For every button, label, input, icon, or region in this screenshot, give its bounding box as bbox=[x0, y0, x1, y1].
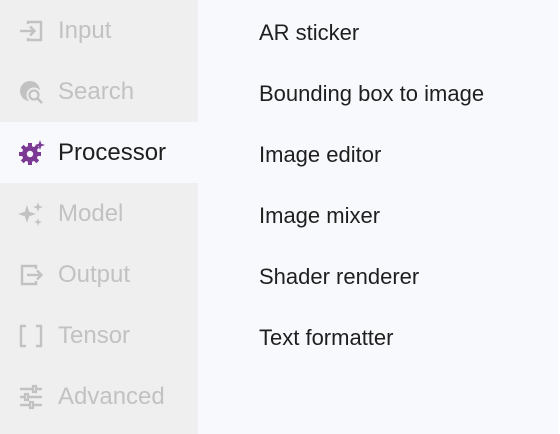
category-tensor[interactable]: Tensor bbox=[0, 305, 198, 366]
category-input[interactable]: Input bbox=[0, 0, 198, 61]
category-model[interactable]: Model bbox=[0, 183, 198, 244]
node-ar-sticker[interactable]: AR sticker bbox=[198, 2, 558, 63]
category-processor[interactable]: Processor bbox=[0, 122, 198, 183]
category-model-label: Model bbox=[58, 199, 124, 227]
brackets-icon bbox=[16, 321, 46, 351]
processor-gear-icon bbox=[16, 138, 46, 168]
category-advanced[interactable]: Advanced bbox=[0, 366, 198, 427]
category-input-label: Input bbox=[58, 16, 112, 44]
category-output-label: Output bbox=[58, 260, 131, 288]
node-list: AR sticker Bounding box to image Image e… bbox=[198, 0, 558, 434]
node-text-formatter[interactable]: Text formatter bbox=[198, 307, 558, 368]
sparkle-icon bbox=[16, 199, 46, 229]
search-icon bbox=[16, 77, 46, 107]
output-icon bbox=[16, 260, 46, 290]
category-rail: Input Search Processor Model Output Tens… bbox=[0, 0, 198, 434]
category-processor-label: Processor bbox=[58, 138, 167, 166]
node-type-menu: Input Search Processor Model Output Tens… bbox=[0, 0, 558, 434]
category-search-label: Search bbox=[58, 77, 135, 105]
node-image-editor[interactable]: Image editor bbox=[198, 124, 558, 185]
node-image-mixer[interactable]: Image mixer bbox=[198, 185, 558, 246]
category-advanced-label: Advanced bbox=[58, 382, 165, 410]
node-bounding-box-to-image[interactable]: Bounding box to image bbox=[198, 63, 558, 124]
category-tensor-label: Tensor bbox=[58, 321, 131, 349]
input-icon bbox=[16, 16, 46, 46]
node-shader-renderer[interactable]: Shader renderer bbox=[198, 246, 558, 307]
category-output[interactable]: Output bbox=[0, 244, 198, 305]
category-search[interactable]: Search bbox=[0, 61, 198, 122]
tune-icon bbox=[16, 382, 46, 412]
